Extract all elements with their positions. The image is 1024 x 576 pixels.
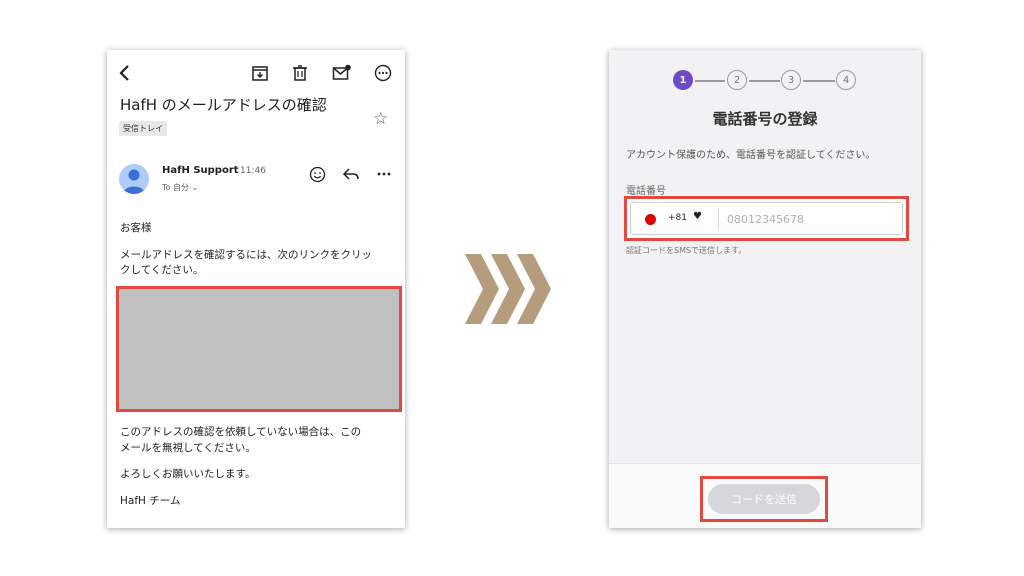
- mark-unread-icon[interactable]: [331, 62, 353, 84]
- more-horizontal-icon[interactable]: [374, 164, 394, 184]
- step-4: 4: [836, 70, 856, 90]
- step-connector: [749, 80, 780, 82]
- sender-name: HafH Support: [162, 165, 239, 176]
- more-icon[interactable]: [372, 62, 394, 84]
- page-title: 電話番号の登録: [712, 110, 818, 128]
- star-icon[interactable]: ☆: [373, 109, 388, 129]
- footer: コードを送信: [609, 463, 921, 528]
- email-instruction-line2: クしてください。: [120, 264, 204, 276]
- email-signature: HafH チーム: [120, 495, 181, 507]
- next-arrow-icon: [465, 254, 551, 324]
- field-divider: [718, 208, 719, 230]
- phone-input-highlight: +81 ♥: [624, 196, 909, 241]
- send-code-button[interactable]: コードを送信: [708, 484, 820, 514]
- redacted-verification-link[interactable]: [116, 286, 402, 412]
- email-regards: よろしくお願いいたします。: [120, 468, 256, 480]
- recipient-details[interactable]: To 自分 ⌄: [162, 182, 198, 193]
- trash-icon[interactable]: [289, 62, 311, 84]
- email-subject: HafH のメールアドレスの確認: [120, 96, 327, 114]
- dropdown-caret-icon[interactable]: ♥: [693, 211, 702, 222]
- email-greeting: お客様: [120, 222, 152, 234]
- back-icon[interactable]: [114, 62, 136, 84]
- reply-icon[interactable]: [341, 164, 361, 184]
- step-connector: [695, 80, 725, 82]
- sms-hint: 認証コードをSMSで送信します。: [626, 246, 747, 255]
- phone-field: +81 ♥: [630, 202, 903, 235]
- email-time: 11:46: [240, 166, 266, 176]
- step-connector: [803, 80, 835, 82]
- avatar: [119, 164, 149, 194]
- country-code[interactable]: +81: [668, 213, 687, 223]
- page-description: アカウント保護のため、電話番号を認証してください。: [626, 150, 876, 161]
- inbox-label-chip[interactable]: 受信トレイ: [119, 121, 167, 136]
- phone-number-input[interactable]: [727, 208, 887, 230]
- step-2: 2: [727, 70, 747, 90]
- step-1: 1: [673, 70, 693, 90]
- archive-icon[interactable]: [249, 62, 271, 84]
- step-3: 3: [781, 70, 801, 90]
- phone-registration-screen: 1 2 3 4 電話番号の登録 アカウント保護のため、電話番号を認証してください…: [609, 50, 921, 528]
- emoji-icon[interactable]: [307, 164, 327, 184]
- send-button-highlight: コードを送信: [700, 476, 828, 522]
- email-notice-line2: メールを無視してください。: [120, 442, 256, 454]
- japan-flag-icon[interactable]: [645, 214, 656, 225]
- email-instruction-line1: メールアドレスを確認するには、次のリンクをクリッ: [120, 249, 372, 261]
- email-screen: HafH のメールアドレスの確認 ☆ 受信トレイ HafH Support 11…: [107, 50, 405, 528]
- email-notice-line1: このアドレスの確認を依頼していない場合は、この: [120, 426, 362, 438]
- phone-field-label: 電話番号: [626, 186, 666, 197]
